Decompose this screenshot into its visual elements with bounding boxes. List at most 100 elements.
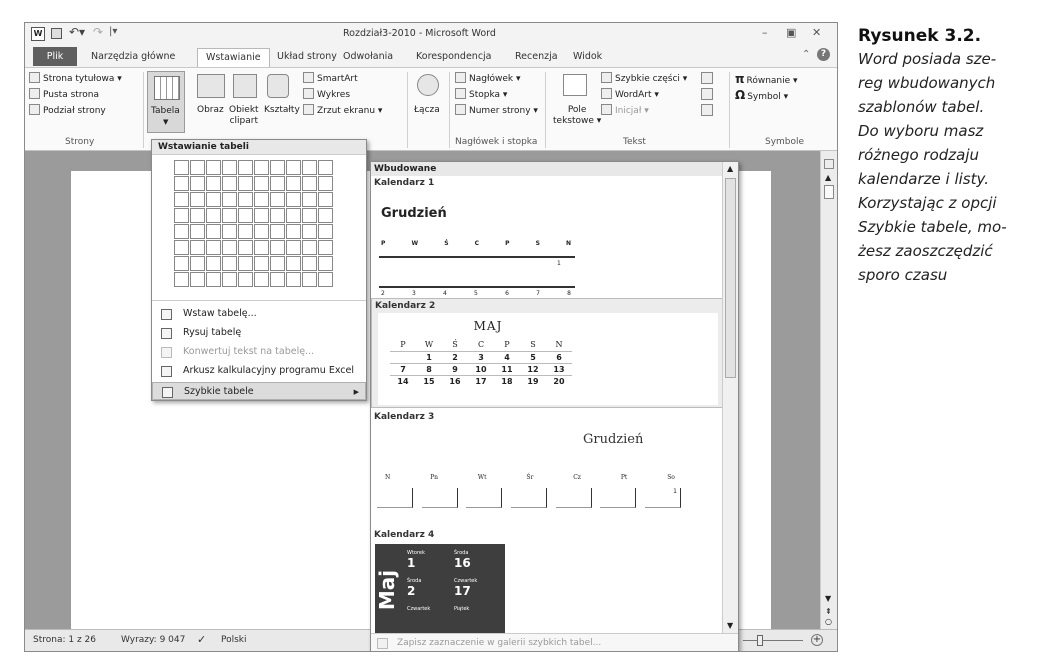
zoom-slider-handle[interactable] [757, 635, 763, 646]
minimize-icon[interactable]: – [762, 26, 768, 39]
undo-icon[interactable]: ↶▾ [69, 25, 85, 39]
tab-narzedzia-glowne[interactable]: Narzędzia główne [91, 48, 175, 67]
grid-cell[interactable] [286, 208, 301, 223]
grid-cell[interactable] [238, 176, 253, 191]
podzial-strony-button[interactable]: Podział strony [29, 104, 106, 116]
grid-cell[interactable] [270, 272, 285, 287]
zoom-in-icon[interactable]: + [811, 634, 823, 646]
grid-cell[interactable] [302, 256, 317, 271]
smartart-button[interactable]: SmartArt [303, 72, 358, 84]
maximize-icon[interactable]: ▣ [786, 26, 796, 39]
prev-page-icon[interactable]: ⇞ [825, 607, 832, 616]
grid-cell[interactable] [270, 240, 285, 255]
scroll-up-icon[interactable]: ▲ [825, 173, 831, 182]
help-icon[interactable]: ? [817, 48, 830, 61]
grid-cell[interactable] [206, 240, 221, 255]
szybkie-czesci-button[interactable]: Szybkie części ▾ [601, 72, 687, 84]
gallery-item-kalendarz-3[interactable]: Kalendarz 3 Grudzień N Pn Wt Śr Cz Pt So 1 [371, 408, 723, 526]
grid-cell[interactable] [238, 272, 253, 287]
grid-cell[interactable] [238, 224, 253, 239]
tab-uklad-strony[interactable]: Układ strony [277, 48, 337, 67]
grid-cell[interactable] [254, 224, 269, 239]
rownanie-button[interactable]: π Równanie ▾ [735, 72, 798, 86]
grid-cell[interactable] [222, 208, 237, 223]
grid-cell[interactable] [270, 160, 285, 175]
wordart-button[interactable]: WordArt ▾ [601, 88, 659, 100]
browse-object-icon[interactable]: ○ [825, 617, 832, 626]
grid-cell[interactable] [318, 272, 333, 287]
menu-szybkie-tabele[interactable]: Szybkie tabele ▶ [152, 382, 366, 400]
grid-cell[interactable] [270, 176, 285, 191]
numer-strony-button[interactable]: Numer strony ▾ [455, 104, 538, 116]
signature-icon[interactable] [701, 72, 713, 84]
grid-cell[interactable] [318, 224, 333, 239]
ribbon-collapse-icon[interactable]: ⌃ [802, 49, 810, 60]
save-icon[interactable] [51, 28, 62, 39]
grid-cell[interactable] [222, 224, 237, 239]
grid-cell[interactable] [206, 160, 221, 175]
grid-cell[interactable] [270, 256, 285, 271]
grid-cell[interactable] [254, 192, 269, 207]
grid-cell[interactable] [222, 160, 237, 175]
grid-cell[interactable] [174, 160, 189, 175]
scroll-thumb[interactable] [725, 178, 736, 378]
grid-cell[interactable] [302, 224, 317, 239]
grid-cell[interactable] [190, 208, 205, 223]
grid-cell[interactable] [174, 256, 189, 271]
grid-cell[interactable] [222, 240, 237, 255]
grid-cell[interactable] [206, 224, 221, 239]
grid-cell[interactable] [286, 272, 301, 287]
pusta-strona-button[interactable]: Pusta strona [29, 88, 99, 100]
tabela-button[interactable]: Tabela ▼ [147, 71, 185, 133]
menu-arkusz-excel[interactable]: Arkusz kalkulacyjny programu Excel [152, 362, 366, 380]
gallery-scrollbar[interactable]: ▲ ▼ [722, 162, 738, 635]
menu-wstaw-tabele[interactable]: Wstaw tabelę... [152, 305, 366, 323]
grid-cell[interactable] [286, 160, 301, 175]
grid-cell[interactable] [254, 272, 269, 287]
grid-cell[interactable] [174, 224, 189, 239]
scroll-down-icon[interactable]: ▼ [727, 621, 733, 630]
table-size-grid[interactable] [174, 160, 333, 287]
grid-cell[interactable] [238, 208, 253, 223]
grid-cell[interactable] [174, 240, 189, 255]
grid-cell[interactable] [222, 176, 237, 191]
grid-cell[interactable] [190, 160, 205, 175]
grid-cell[interactable] [254, 208, 269, 223]
grid-cell[interactable] [302, 176, 317, 191]
grid-cell[interactable] [318, 160, 333, 175]
date-time-icon[interactable] [701, 88, 713, 100]
pole-tekstowe-button[interactable]: Pole tekstowe ▾ [553, 105, 601, 127]
ksztalty-button[interactable]: Kształty [264, 105, 300, 115]
zoom-slider[interactable] [743, 640, 803, 641]
grid-cell[interactable] [190, 224, 205, 239]
grid-cell[interactable] [270, 192, 285, 207]
vertical-scrollbar[interactable]: ▲ ▼ ⇞ ○ [820, 151, 837, 631]
grid-cell[interactable] [238, 240, 253, 255]
scroll-thumb[interactable] [824, 185, 834, 199]
obiekt-clipart-button[interactable]: Obiekt clipart [229, 105, 259, 127]
grid-cell[interactable] [190, 256, 205, 271]
grid-cell[interactable] [286, 192, 301, 207]
grid-cell[interactable] [190, 192, 205, 207]
grid-cell[interactable] [206, 192, 221, 207]
grid-cell[interactable] [190, 176, 205, 191]
menu-rysuj-tabele[interactable]: Rysuj tabelę [152, 324, 366, 342]
wykres-button[interactable]: Wykres [303, 88, 350, 100]
symbol-button[interactable]: Ω Symbol ▾ [735, 88, 788, 102]
ruler-toggle-icon[interactable] [824, 159, 834, 169]
grid-cell[interactable] [286, 176, 301, 191]
grid-cell[interactable] [286, 240, 301, 255]
page-count[interactable]: Strona: 1 z 26 [33, 635, 96, 645]
grid-cell[interactable] [254, 176, 269, 191]
grid-cell[interactable] [222, 256, 237, 271]
grid-cell[interactable] [190, 272, 205, 287]
grid-cell[interactable] [270, 224, 285, 239]
grid-cell[interactable] [318, 256, 333, 271]
grid-cell[interactable] [174, 192, 189, 207]
grid-cell[interactable] [254, 256, 269, 271]
stopka-button[interactable]: Stopka ▾ [455, 88, 507, 100]
naglowek-button[interactable]: Nagłówek ▾ [455, 72, 521, 84]
word-app-icon[interactable]: W [31, 27, 45, 41]
grid-cell[interactable] [286, 256, 301, 271]
tab-widok[interactable]: Widok [573, 48, 602, 67]
